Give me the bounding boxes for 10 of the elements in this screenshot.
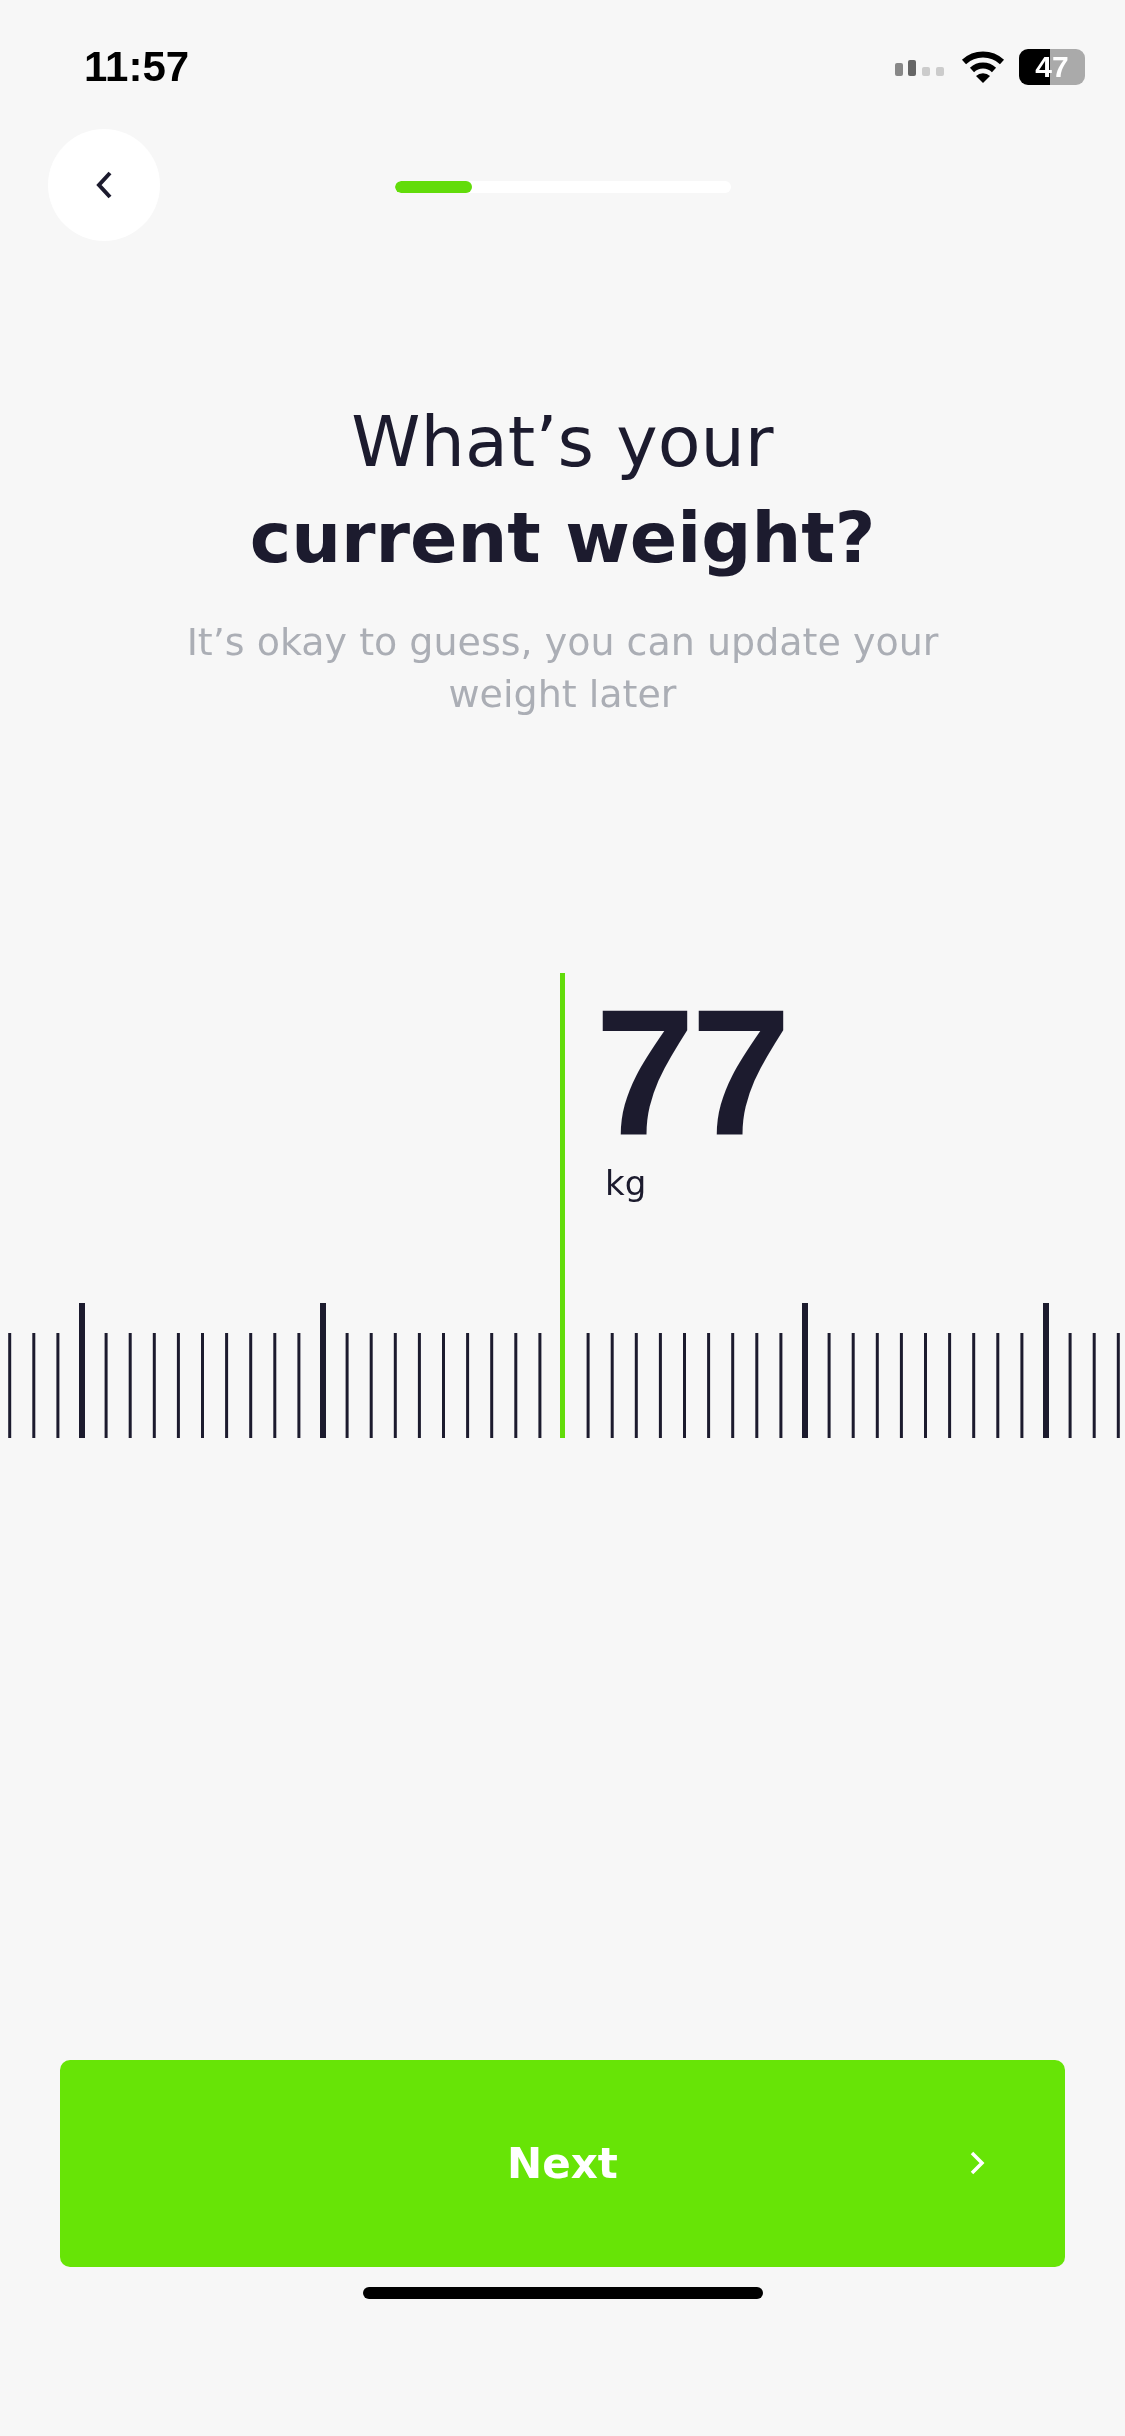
wifi-icon xyxy=(961,50,1005,84)
hint-text: It’s okay to guess, you can update your weight later xyxy=(185,619,940,718)
weight-value: 77 xyxy=(595,1003,788,1143)
weight-unit: kg xyxy=(605,1163,647,1203)
chevron-right-icon xyxy=(969,2150,985,2176)
signal-icon xyxy=(895,58,947,76)
next-button[interactable]: Next xyxy=(60,2060,1065,2267)
status-time: 11:57 xyxy=(84,43,190,91)
question-title: What’s your current weight? xyxy=(248,400,877,581)
back-chevron-icon xyxy=(95,170,113,200)
